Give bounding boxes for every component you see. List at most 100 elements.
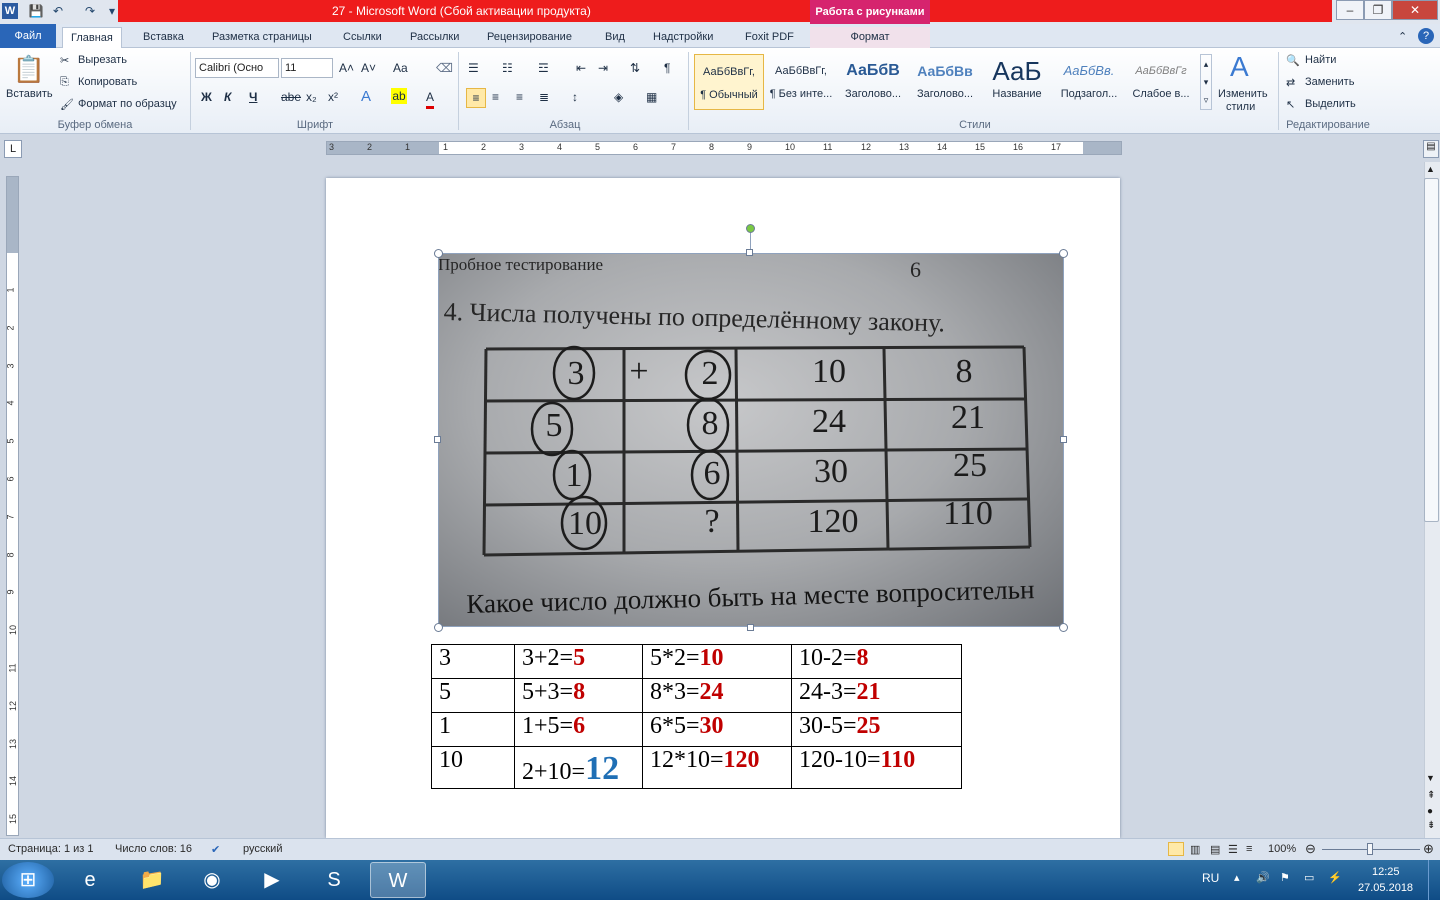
skype-icon[interactable]: S — [306, 862, 362, 898]
tab-view[interactable]: Вид — [597, 27, 633, 48]
tab-insert[interactable]: Вставка — [135, 27, 192, 48]
table-cell[interactable]: 2+10=12 — [514, 746, 643, 789]
style-normal[interactable]: АаБбВвГг, ¶ Обычный — [694, 54, 764, 110]
replace-button[interactable]: Заменить — [1305, 76, 1354, 88]
minimize-ribbon-icon[interactable]: ⌃ — [1398, 27, 1407, 48]
volume-icon[interactable]: 🔊 — [1256, 871, 1270, 884]
view-reading-icon[interactable]: ▥ — [1190, 843, 1200, 856]
media-player-icon[interactable]: ▶ — [244, 862, 300, 898]
find-icon[interactable]: 🔍 — [1286, 54, 1300, 67]
view-draft-icon[interactable]: ≡ — [1246, 843, 1252, 855]
change-styles-icon[interactable]: A — [1230, 50, 1249, 84]
show-desktop-button[interactable] — [1428, 860, 1440, 900]
paste-button[interactable]: Вставить — [6, 88, 53, 100]
table-cell[interactable]: 3 — [431, 644, 515, 679]
flag-icon[interactable]: ⚑ — [1280, 871, 1290, 884]
word-app-icon[interactable]: W — [2, 3, 18, 19]
table-cell[interactable]: 5*2=10 — [642, 644, 792, 679]
power-icon[interactable]: ⚡ — [1328, 871, 1342, 884]
resize-handle-t[interactable] — [746, 249, 753, 256]
status-language[interactable]: русский — [243, 843, 282, 855]
table-cell[interactable]: 6*5=30 — [642, 712, 792, 747]
vertical-ruler[interactable]: 1 2 3 4 5 6 7 8 9 10 11 12 13 14 15 — [6, 176, 19, 836]
browse-object-icon[interactable]: ● — [1427, 806, 1433, 817]
resize-handle-tl[interactable] — [434, 249, 443, 258]
clear-formatting-icon[interactable]: ⌫ — [436, 59, 453, 77]
scroll-up-icon[interactable]: ▲ — [1426, 164, 1435, 174]
style-subtitle[interactable]: АаБбВв. Подзагол... — [1054, 54, 1124, 110]
resize-handle-tr[interactable] — [1059, 249, 1068, 258]
highlight-icon[interactable]: ab — [391, 88, 407, 104]
internet-explorer-icon[interactable]: e — [62, 862, 118, 898]
table-cell[interactable]: 30-5=25 — [791, 712, 962, 747]
sort-icon[interactable]: ⇅ — [630, 59, 640, 77]
format-painter-icon[interactable]: 🖌 — [60, 98, 74, 111]
start-button[interactable]: ⊞ — [2, 862, 54, 898]
style-no-spacing[interactable]: АаБбВвГг, ¶ Без инте... — [766, 54, 836, 110]
change-styles-button[interactable]: Изменить — [1218, 88, 1268, 100]
undo-icon[interactable]: ↶ — [50, 3, 66, 19]
table-cell[interactable]: 5+3=8 — [514, 678, 643, 713]
grow-font-button[interactable]: A˄ — [339, 59, 354, 77]
shading-icon[interactable]: ◈ — [614, 88, 623, 106]
copy-icon[interactable]: ⎘ — [60, 76, 69, 89]
tray-language[interactable]: RU — [1202, 871, 1219, 885]
format-painter-button[interactable]: Формат по образцу — [78, 98, 177, 110]
font-name-combo[interactable]: Calibri (Осно — [195, 58, 279, 78]
tab-foxit-pdf[interactable]: Foxit PDF — [737, 27, 802, 48]
resize-handle-bl[interactable] — [434, 623, 443, 632]
zoom-out-icon[interactable]: ⊖ — [1305, 841, 1316, 857]
paste-icon[interactable]: 📋 — [12, 52, 46, 86]
scroll-thumb[interactable] — [1424, 178, 1439, 522]
multilevel-list-icon[interactable]: ☲ — [538, 59, 549, 77]
borders-icon[interactable]: ▦ — [646, 88, 657, 106]
customize-toolbar-icon[interactable]: ▾ — [104, 3, 120, 19]
increase-indent-icon[interactable]: ⇥ — [598, 59, 608, 77]
style-subtle-emphasis[interactable]: АаБбВвГг Слабое в... — [1126, 54, 1196, 110]
view-ruler-icon[interactable]: ▤ — [1423, 140, 1439, 158]
table-cell[interactable]: 1+5=6 — [514, 712, 643, 747]
tab-page-layout[interactable]: Разметка страницы — [204, 27, 320, 48]
network-icon[interactable]: ▭ — [1304, 871, 1314, 884]
tab-review[interactable]: Рецензирование — [479, 27, 580, 48]
tab-addins[interactable]: Надстройки — [645, 27, 721, 48]
zoom-slider-thumb[interactable] — [1367, 843, 1373, 855]
tray-date[interactable]: 27.05.2018 — [1358, 882, 1413, 894]
tab-file[interactable]: Файл — [0, 24, 56, 48]
align-left-icon[interactable]: ≡ — [466, 88, 486, 108]
justify-icon[interactable]: ≣ — [539, 88, 549, 106]
cut-icon[interactable]: ✂ — [60, 54, 69, 67]
tab-home[interactable]: Главная — [62, 27, 122, 48]
view-outline-icon[interactable]: ☰ — [1228, 843, 1238, 856]
copy-button[interactable]: Копировать — [78, 76, 137, 88]
spellcheck-icon[interactable]: ✔ — [211, 843, 220, 856]
bold-button[interactable]: Ж — [201, 88, 212, 106]
status-words[interactable]: Число слов: 16 — [115, 843, 192, 855]
word-taskbar-icon[interactable]: W — [370, 862, 426, 898]
table-cell[interactable]: 1 — [431, 712, 515, 747]
table-cell[interactable]: 5 — [431, 678, 515, 713]
style-heading-1[interactable]: АаБбВ Заголово... — [838, 54, 908, 110]
bullets-icon[interactable]: ☰ — [468, 59, 479, 77]
resize-handle-br[interactable] — [1059, 623, 1068, 632]
decrease-indent-icon[interactable]: ⇤ — [576, 59, 586, 77]
italic-button[interactable]: К — [224, 88, 231, 106]
restore-button[interactable]: ❐ — [1364, 0, 1392, 20]
view-web-icon[interactable]: ▤ — [1210, 843, 1220, 856]
minimize-button[interactable]: – — [1336, 0, 1364, 20]
horizontal-ruler[interactable]: 3 2 1 1 2 3 4 5 6 7 8 9 10 11 12 13 14 15 16 17 — [326, 141, 1122, 155]
replace-icon[interactable]: ⇄ — [1286, 76, 1295, 89]
align-right-icon[interactable]: ≡ — [516, 88, 523, 106]
close-button[interactable]: ✕ — [1392, 0, 1438, 20]
zoom-level[interactable]: 100% — [1268, 843, 1296, 855]
table-cell[interactable]: 8*3=24 — [642, 678, 792, 713]
resize-handle-b[interactable] — [747, 624, 754, 631]
table-cell[interactable]: 10-2=8 — [791, 644, 962, 679]
redo-icon[interactable]: ↷ — [82, 3, 98, 19]
show-formatting-button[interactable]: ¶ — [664, 59, 670, 77]
select-button[interactable]: Выделить — [1305, 98, 1356, 110]
align-center-icon[interactable]: ≡ — [492, 88, 499, 106]
chrome-icon[interactable]: ◉ — [184, 862, 240, 898]
rotate-handle[interactable] — [746, 224, 755, 233]
cut-button[interactable]: Вырезать — [78, 54, 127, 66]
